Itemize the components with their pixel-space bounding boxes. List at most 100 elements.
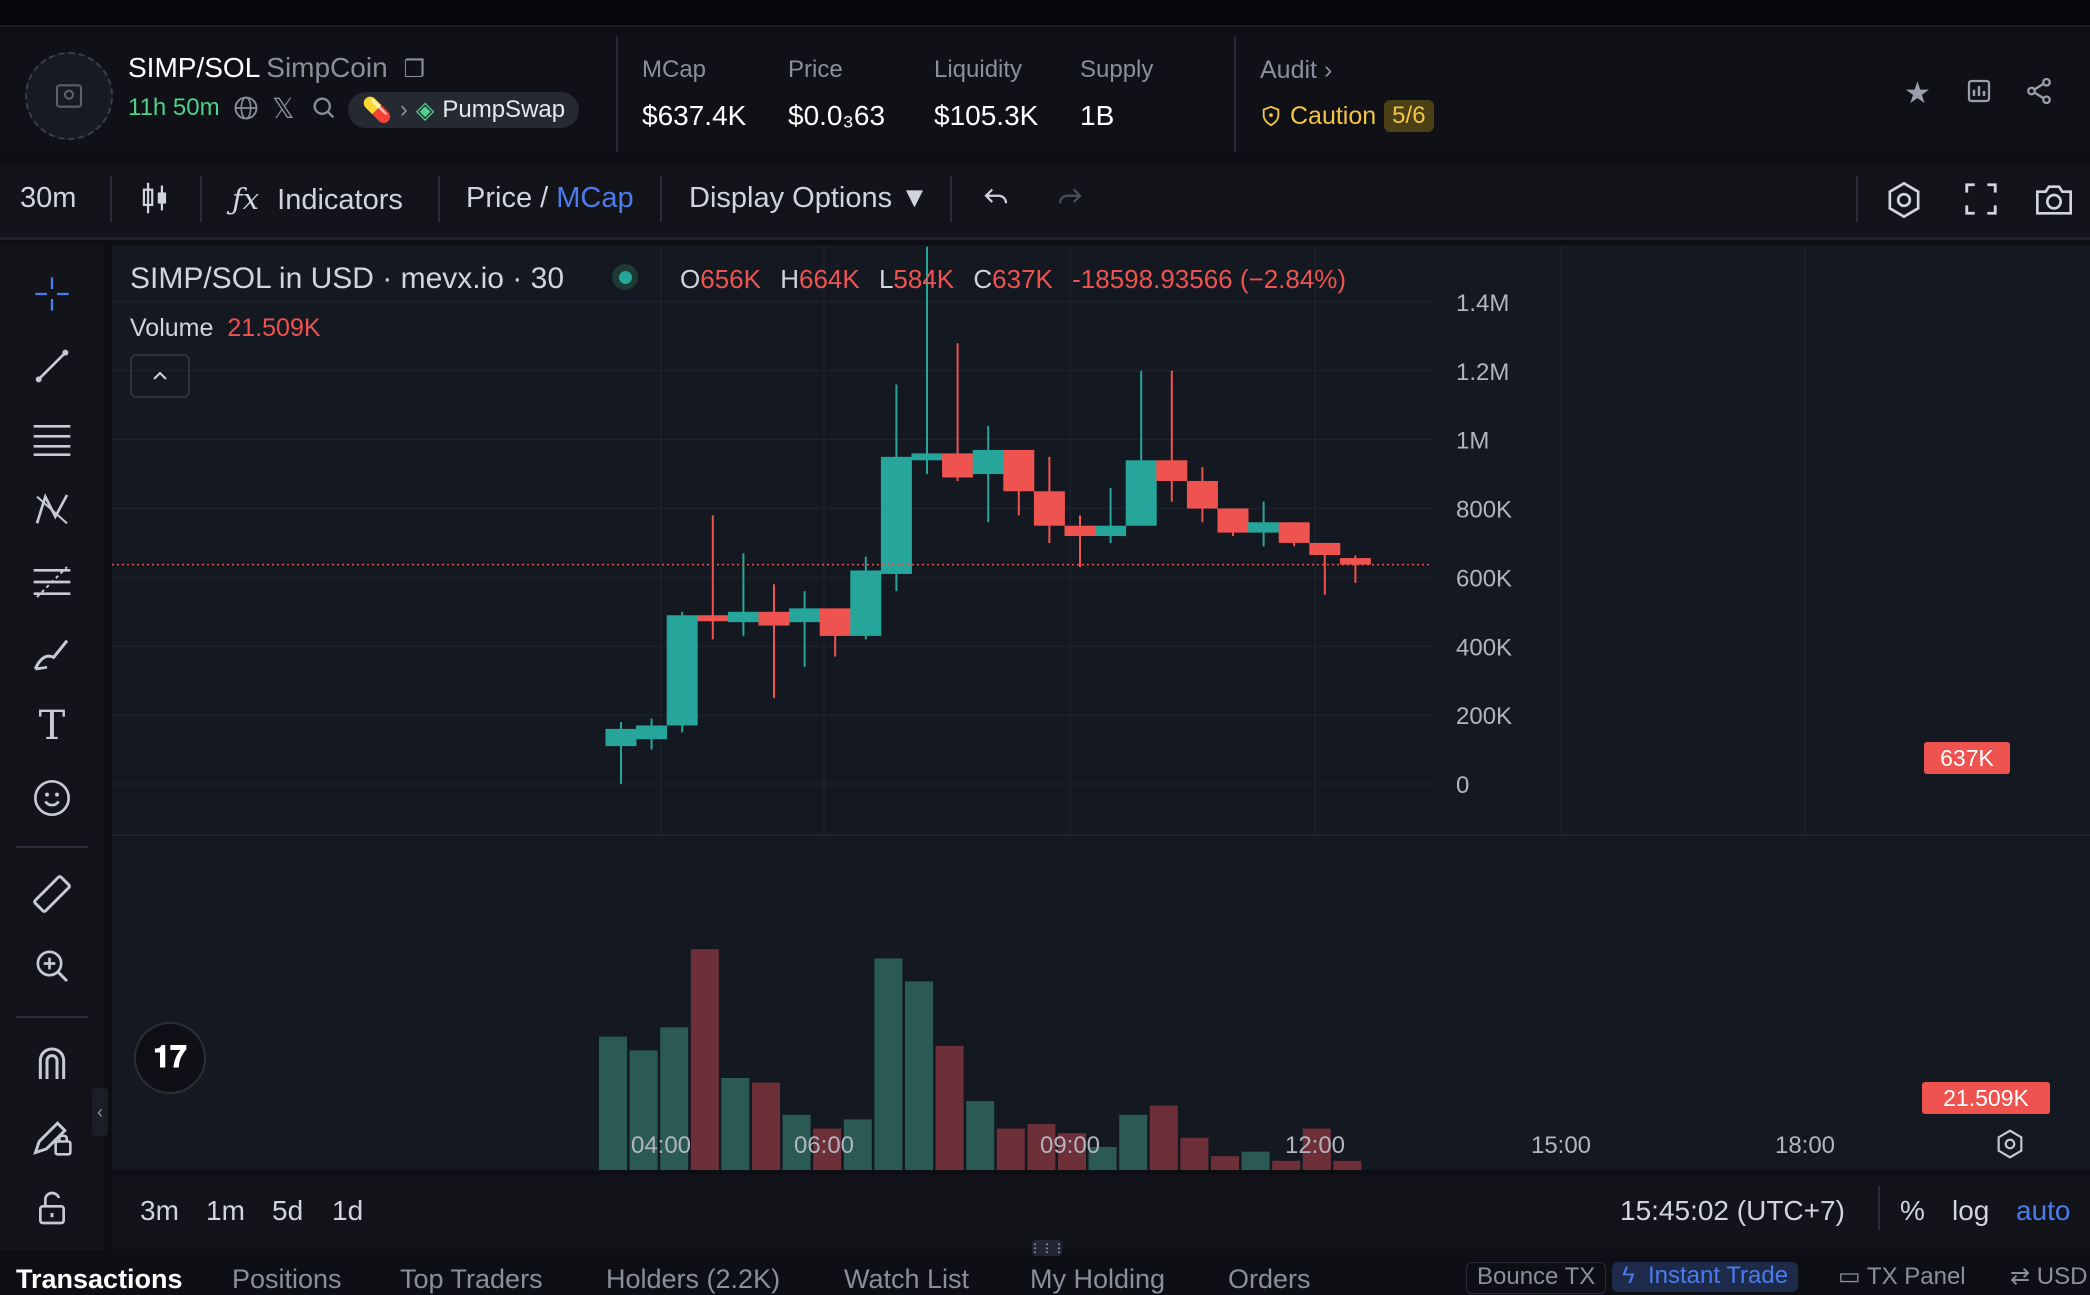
x-twitter-icon[interactable]: 𝕏 (272, 92, 295, 125)
candle-body (1278, 522, 1310, 543)
caution-score: 5/6 (1384, 100, 1434, 132)
axis-settings-icon[interactable] (1994, 1128, 2026, 1165)
caution-badge[interactable]: Caution 5/6 (1260, 100, 1434, 132)
candles-style-icon[interactable] (138, 180, 172, 224)
x-tick-label: 04:00 (631, 1132, 691, 1159)
dex-name: PumpSwap (442, 96, 566, 123)
x-tick-label: 18:00 (1775, 1132, 1835, 1159)
volume-bar (752, 1082, 780, 1170)
high-label: H (780, 264, 799, 294)
tab-positions[interactable]: Positions (232, 1264, 342, 1295)
currency-label: USD (2036, 1263, 2088, 1290)
volume-bar (935, 1045, 964, 1170)
fib-retracement-icon[interactable] (24, 554, 80, 610)
pair-symbol: SIMP/SOL (128, 52, 261, 83)
emoji-icon[interactable] (24, 770, 80, 826)
sidebar-divider (16, 1016, 88, 1018)
pattern-icon[interactable] (24, 482, 80, 538)
fullscreen-icon[interactable] (1962, 180, 2000, 226)
chart-clock[interactable]: 15:45:02 (UTC+7) (1620, 1195, 1845, 1227)
volume-bar (1333, 1160, 1362, 1170)
zoom-in-icon[interactable] (24, 938, 80, 994)
tab-orders[interactable]: Orders (1228, 1264, 1311, 1295)
open-value: 656K (700, 264, 761, 294)
candle-body (1186, 480, 1218, 509)
ruler-icon[interactable] (24, 866, 80, 922)
chart-area[interactable]: 1.6M 1.4M 1.2M 1M 800K 600K 400K 200K 0 04:00 06:0… (112, 245, 2090, 1170)
tab-transactions[interactable]: Transactions (16, 1264, 183, 1295)
y-tick-label: 400K (1456, 634, 1512, 661)
star-icon[interactable]: ★ (1904, 76, 1931, 111)
candle-body (605, 728, 637, 747)
lock-drawing-icon[interactable] (24, 1108, 80, 1164)
timebar-divider (1878, 1186, 1880, 1230)
range-5d[interactable]: 5d (272, 1195, 303, 1227)
redo-icon[interactable] (1054, 182, 1086, 220)
volume-bar (1272, 1160, 1301, 1170)
volume-bar (874, 958, 903, 1170)
chevron-right-icon: › (399, 96, 408, 123)
token-pair: SIMP/SOL SimpCoin ❐ (128, 52, 425, 84)
indicators-button[interactable]: ƒx Indicators (232, 182, 403, 217)
header-divider (1234, 36, 1236, 152)
candle-body (758, 611, 790, 626)
candle-body (1095, 525, 1127, 537)
tx-panel-button[interactable]: ▭ TX Panel (1838, 1262, 1966, 1291)
trend-line-icon[interactable] (24, 338, 80, 394)
change-value: -18598.93566 (−2.84%) (1072, 264, 1347, 294)
tab-watch-list[interactable]: Watch List (844, 1264, 969, 1295)
auto-toggle[interactable]: auto (2016, 1195, 2071, 1227)
brush-icon[interactable] (24, 626, 80, 682)
x-tick-label: 06:00 (794, 1132, 854, 1159)
share-icon[interactable] (2024, 76, 2054, 114)
bounce-tx-button[interactable]: Bounce TX (1466, 1262, 1607, 1294)
dex-pill[interactable]: 💊 › ◈ PumpSwap (348, 92, 580, 128)
mcap-toggle-label[interactable]: MCap (556, 182, 633, 214)
audit-link[interactable]: Audit › (1260, 56, 1332, 85)
candlestick-chart[interactable]: 1.6M 1.4M 1.2M 1M 800K 600K 400K 200K 0 04:00 06:0… (112, 245, 2090, 1170)
toolbar-divider (660, 176, 662, 222)
currency-toggle[interactable]: ⇄ USD (2010, 1262, 2087, 1291)
tab-my-holding[interactable]: My Holding (1030, 1264, 1165, 1295)
copy-icon[interactable]: ❐ (403, 56, 425, 83)
range-3m[interactable]: 3m (140, 1195, 179, 1227)
crosshair-icon[interactable] (24, 266, 80, 322)
range-1m[interactable]: 1m (206, 1195, 245, 1227)
interval-button[interactable]: 30m (20, 182, 76, 215)
price-toggle-label[interactable]: Price (466, 182, 532, 214)
toolbar-divider (438, 176, 440, 222)
tab-holders[interactable]: Holders (2.2K) (606, 1264, 780, 1295)
horizontal-lines-icon[interactable] (24, 410, 80, 466)
candle-body (942, 453, 974, 478)
toggle-slash: / (540, 182, 549, 214)
undo-icon[interactable] (980, 182, 1012, 220)
window-top-strip (0, 0, 2090, 27)
unlock-icon[interactable] (24, 1180, 80, 1236)
sidebar-divider (16, 846, 88, 848)
candle-body (697, 615, 729, 622)
candle-body (1033, 491, 1065, 526)
range-1d[interactable]: 1d (332, 1195, 363, 1227)
tradingview-logo[interactable]: 𝟏𝟕 (134, 1022, 206, 1094)
y-tick-label: 1.4M (1456, 290, 1509, 317)
collapse-sidebar-handle[interactable]: ‹ (92, 1088, 108, 1136)
y-tick-label: 1.2M (1456, 359, 1509, 386)
percent-toggle[interactable]: % (1900, 1195, 1925, 1227)
chart-settings-icon[interactable] (1884, 180, 1924, 228)
compare-chart-icon[interactable] (1964, 76, 1994, 114)
camera-icon[interactable] (2032, 180, 2076, 228)
instant-trade-button[interactable]: ϟ Instant Trade (1612, 1262, 1799, 1292)
globe-icon[interactable] (232, 94, 260, 129)
log-toggle[interactable]: log (1952, 1195, 1989, 1227)
candle-body (1217, 508, 1249, 533)
volume-legend: Volume 21.509K (130, 314, 321, 343)
text-icon[interactable]: T (24, 698, 80, 754)
price-mcap-toggle[interactable]: Price / MCap (466, 182, 634, 215)
display-options-dropdown[interactable]: Display Options ▼ (689, 182, 929, 215)
resize-handle-icon[interactable]: ⋮⋮⋮ (1029, 1240, 1065, 1256)
low-value: 584K (893, 264, 955, 294)
collapse-legend-button[interactable] (130, 354, 190, 398)
tab-top-traders[interactable]: Top Traders (400, 1264, 543, 1295)
search-icon[interactable] (310, 94, 338, 129)
magnet-icon[interactable] (24, 1036, 80, 1092)
